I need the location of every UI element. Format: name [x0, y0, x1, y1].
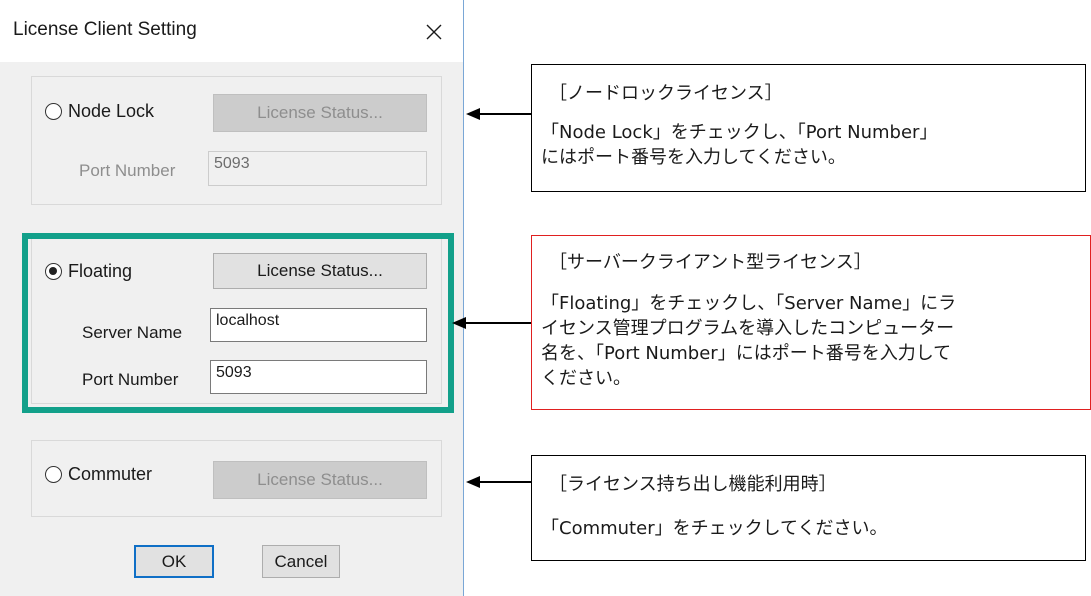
callout-line: 「Node Lock」をチェックし、「Port Number」: [541, 122, 938, 143]
floating-label: Floating: [68, 261, 133, 281]
floating-radio[interactable]: Floating: [45, 261, 132, 282]
ok-button[interactable]: OK: [134, 545, 214, 578]
node-lock-radio-circle[interactable]: [45, 103, 62, 120]
license-client-setting-dialog: License Client Setting Node Lock License…: [0, 0, 464, 596]
commuter-label: Commuter: [68, 464, 153, 484]
floating-callout: ［サーバークライアント型ライセンス］ 「Floating」をチェックし、「Ser…: [531, 235, 1091, 410]
floating-port-label: Port Number: [82, 370, 179, 389]
node-lock-callout-body: 「Node Lock」をチェックし、「Port Number」 にはポート番号を…: [541, 120, 937, 170]
close-icon: [426, 24, 442, 40]
commuter-callout-body: 「Commuter」をチェックしてください。: [541, 516, 888, 541]
commuter-radio[interactable]: Commuter: [45, 464, 152, 485]
left-arrow-icon: [466, 108, 531, 120]
node-lock-license-status-button[interactable]: License Status...: [213, 94, 427, 132]
callout-line: 「Floating」をチェックし、「Server Name」にラ: [541, 293, 957, 314]
commuter-callout: ［ライセンス持ち出し機能利用時］ 「Commuter」をチェックしてください。: [531, 455, 1086, 561]
left-arrow-icon: [452, 317, 531, 329]
callout-line: イセンス管理プログラムを導入したコンピューター: [541, 318, 955, 339]
node-lock-radio[interactable]: Node Lock: [45, 101, 154, 122]
dialog-title: License Client Setting: [13, 19, 197, 40]
floating-port-field[interactable]: 5093: [210, 360, 427, 394]
floating-callout-heading: ［サーバークライアント型ライセンス］: [549, 252, 872, 273]
callout-line: 名を、「Port Number」にはポート番号を入力して: [541, 343, 952, 364]
callout-line: ください。: [541, 368, 631, 389]
node-lock-port-label: Port Number: [79, 161, 176, 180]
floating-radio-circle[interactable]: [45, 263, 62, 280]
callout-line: にはポート番号を入力してください。: [541, 147, 846, 168]
left-arrow-icon: [466, 476, 531, 488]
commuter-license-status-button[interactable]: License Status...: [213, 461, 427, 499]
commuter-callout-heading: ［ライセンス持ち出し機能利用時］: [549, 474, 837, 495]
title-bar: License Client Setting: [0, 0, 463, 62]
node-lock-callout: ［ノードロックライセンス］ 「Node Lock」をチェックし、「Port Nu…: [531, 64, 1086, 192]
cancel-button[interactable]: Cancel: [262, 545, 340, 578]
floating-callout-body: 「Floating」をチェックし、「Server Name」にラ イセンス管理プ…: [541, 291, 956, 391]
node-lock-callout-heading: ［ノードロックライセンス］: [549, 83, 783, 104]
server-name-field[interactable]: localhost: [210, 308, 427, 342]
node-lock-label: Node Lock: [68, 101, 155, 121]
node-lock-port-field[interactable]: 5093: [208, 151, 427, 186]
callout-line: 「Commuter」をチェックしてください。: [541, 518, 888, 539]
server-name-label: Server Name: [82, 323, 183, 342]
commuter-radio-circle[interactable]: [45, 466, 62, 483]
floating-license-status-button[interactable]: License Status...: [213, 253, 427, 289]
close-button[interactable]: [416, 15, 452, 49]
